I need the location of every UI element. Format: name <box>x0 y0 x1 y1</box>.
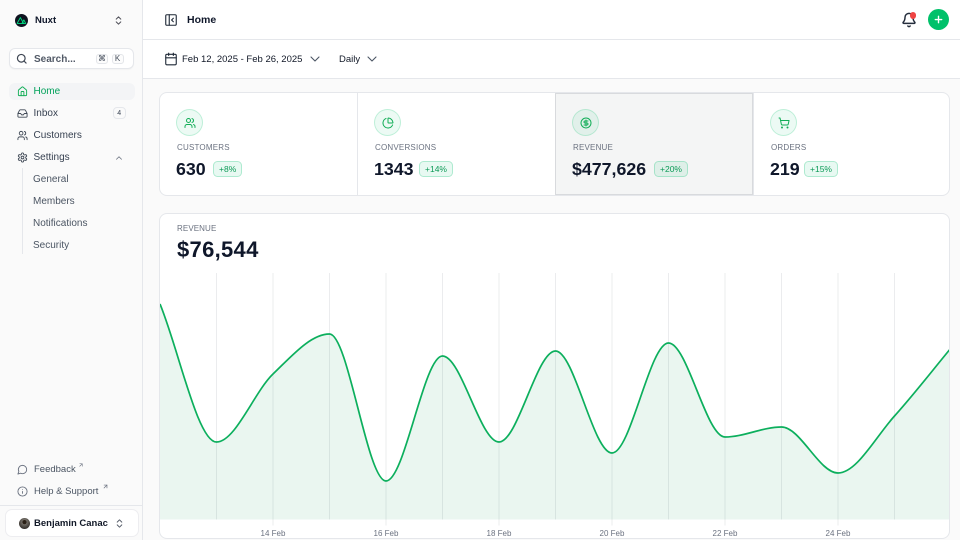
svg-text:16 Feb: 16 Feb <box>374 529 399 538</box>
svg-text:20 Feb: 20 Feb <box>600 529 625 538</box>
svg-text:18 Feb: 18 Feb <box>487 529 512 538</box>
svg-text:24 Feb: 24 Feb <box>826 529 851 538</box>
svg-text:22 Feb: 22 Feb <box>713 529 738 538</box>
svg-text:14 Feb: 14 Feb <box>261 529 286 538</box>
